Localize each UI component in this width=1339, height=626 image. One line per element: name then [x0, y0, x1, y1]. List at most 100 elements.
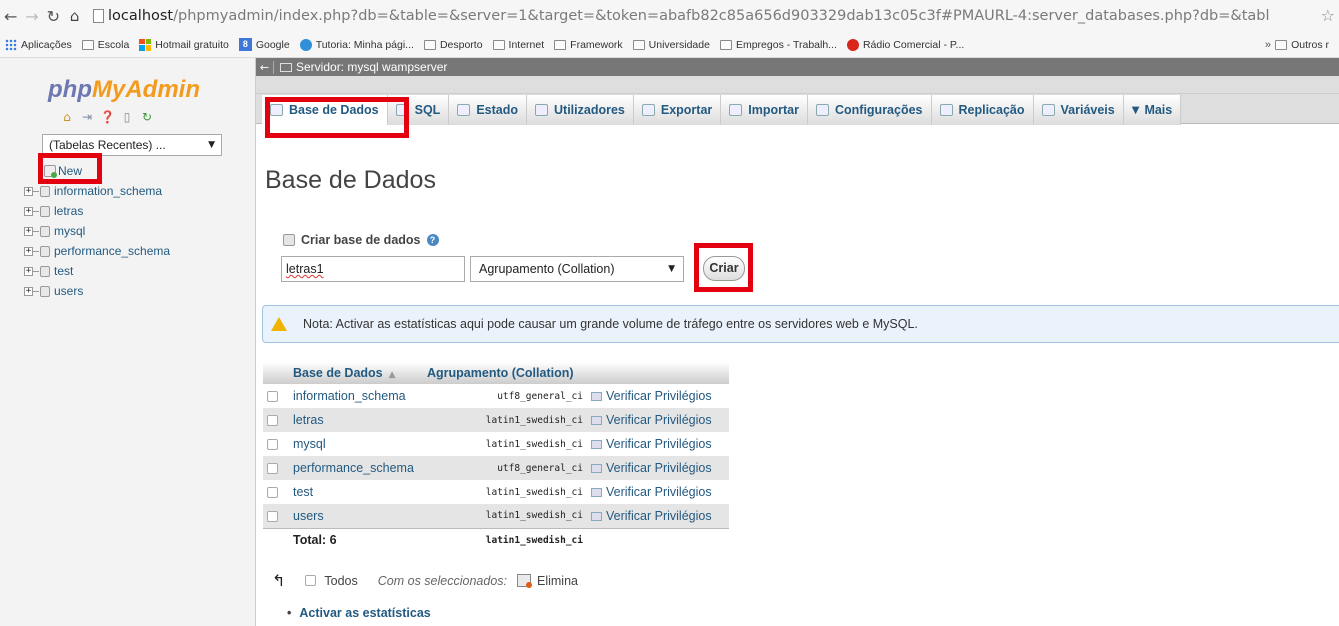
row-checkbox[interactable] [263, 504, 289, 528]
bookmark-framework[interactable]: Framework [554, 39, 623, 51]
check-privileges-label: Verificar Privilégios [606, 437, 712, 451]
row-checkbox[interactable] [263, 432, 289, 456]
select-all-label[interactable]: Todos [324, 574, 357, 588]
bookmark-radio[interactable]: Rádio Comercial - P... [846, 38, 964, 51]
tree-item-label: mysql [54, 224, 86, 238]
variables-icon [1041, 104, 1055, 116]
tab-variaveis[interactable]: Variáveis [1033, 95, 1124, 125]
logout-icon[interactable]: ⇥ [80, 110, 94, 124]
forward-arrow-icon[interactable]: → [21, 7, 42, 26]
privileges-icon [591, 416, 602, 426]
tree-item-mysql[interactable]: + mysql [24, 224, 85, 238]
globe-icon [299, 38, 312, 51]
docs-icon[interactable]: ▯ [120, 110, 134, 124]
page-icon [93, 9, 105, 23]
check-privileges-link[interactable]: Verificar Privilégios [587, 456, 729, 480]
reload-icon[interactable]: ↻ [43, 7, 64, 26]
check-privileges-link[interactable]: Verificar Privilégios [587, 504, 729, 528]
row-checkbox[interactable] [263, 456, 289, 480]
check-privileges-link[interactable]: Verificar Privilégios [587, 432, 729, 456]
bookmark-hotmail[interactable]: Hotmail gratuito [139, 38, 229, 51]
tree-item-users[interactable]: + users [24, 284, 83, 298]
tab-configuracoes[interactable]: Configurações [807, 95, 932, 125]
database-name-input[interactable]: letras1 [281, 256, 465, 282]
apps-icon [5, 38, 17, 51]
collapse-arrow-icon[interactable]: ← [256, 60, 274, 74]
privileges-icon [591, 440, 602, 450]
back-arrow-icon[interactable]: ← [0, 7, 21, 26]
folder-icon [492, 39, 505, 50]
delete-database-icon[interactable] [517, 574, 532, 588]
row-checkbox[interactable] [263, 384, 289, 408]
bookmark-escola[interactable]: Escola [81, 39, 129, 51]
check-privileges-link[interactable]: Verificar Privilégios [587, 480, 729, 504]
notice-text: Nota: Activar as estatísticas aqui pode … [303, 317, 918, 331]
tab-label: Configurações [834, 103, 923, 117]
folder-icon [719, 39, 732, 50]
database-icon [40, 265, 50, 277]
expand-icon[interactable]: + [24, 186, 33, 196]
url-host: localhost [108, 8, 174, 24]
collation-cell: utf8_general_ci [423, 456, 587, 480]
more-bookmarks-icon[interactable]: » [1265, 39, 1271, 51]
bookmark-tutoria[interactable]: Tutoria: Minha pági... [299, 38, 414, 51]
check-privileges-link[interactable]: Verificar Privilégios [587, 408, 729, 432]
collation-select[interactable]: Agrupamento (Collation) ▼ [470, 256, 684, 282]
database-link[interactable]: mysql [289, 432, 423, 456]
row-checkbox[interactable] [263, 480, 289, 504]
bookmark-desporto[interactable]: Desporto [423, 39, 483, 51]
expand-icon[interactable]: + [24, 266, 33, 276]
expand-icon[interactable]: + [24, 286, 33, 296]
home-icon[interactable]: ⌂ [60, 110, 74, 124]
total-empty-cell [587, 527, 729, 552]
database-link[interactable]: users [289, 504, 423, 528]
database-link[interactable]: performance_schema [289, 456, 423, 480]
tab-replicacao[interactable]: Replicação [931, 95, 1034, 125]
select-all-checkbox[interactable] [305, 575, 317, 586]
help-icon[interactable]: ? [426, 234, 439, 246]
tree-item-performance_schema[interactable]: + performance_schema [24, 244, 170, 258]
row-checkbox[interactable] [263, 408, 289, 432]
bookmark-internet[interactable]: Internet [492, 39, 544, 51]
header-database[interactable]: Base de Dados ▲ [289, 362, 423, 384]
collation-cell: latin1_swedish_ci [423, 504, 587, 528]
tree-item-information_schema[interactable]: + information_schema [24, 184, 162, 198]
bookmark-apps[interactable]: Aplicações [0, 38, 72, 51]
url-field[interactable]: localhost/phpmyadmin/index.php?db=&table… [108, 8, 1339, 24]
tree-item-letras[interactable]: + letras [24, 204, 83, 218]
expand-icon[interactable]: + [24, 246, 33, 256]
check-privileges-link[interactable]: Verificar Privilégios [587, 384, 729, 408]
tree-item-label: letras [54, 204, 84, 218]
check-privileges-label: Verificar Privilégios [606, 461, 712, 475]
check-privileges-label: Verificar Privilégios [606, 413, 712, 427]
home-icon[interactable]: ⌂ [64, 7, 85, 25]
help-icon[interactable]: ❓ [100, 110, 115, 124]
phpmyadmin-logo[interactable]: phpMyAdmin [48, 76, 200, 104]
database-link[interactable]: information_schema [289, 384, 423, 408]
tree-item-test[interactable]: + test [24, 264, 73, 278]
google-icon: 8 [238, 38, 252, 51]
tab-exportar[interactable]: Exportar [633, 95, 722, 125]
database-link[interactable]: test [289, 480, 423, 504]
tab-importar[interactable]: Importar [721, 95, 808, 125]
expand-icon[interactable]: + [24, 226, 33, 236]
database-link[interactable]: letras [289, 408, 423, 432]
tab-mais[interactable]: ▼ Mais [1123, 95, 1182, 125]
bookmark-others[interactable]: Outros r [1275, 39, 1329, 51]
tab-label: Importar [748, 103, 799, 117]
bookmark-empregos[interactable]: Empregos - Trabalh... [719, 39, 837, 51]
tab-estado[interactable]: Estado [449, 95, 528, 125]
server-breadcrumb-label[interactable]: Servidor: mysql wampserver [296, 60, 447, 74]
enable-statistics-link[interactable]: Activar as estatísticas [287, 606, 430, 620]
header-collation[interactable]: Agrupamento (Collation) [423, 362, 587, 384]
delete-button[interactable]: Elimina [537, 574, 578, 588]
status-icon [457, 104, 471, 116]
bookmark-star-icon[interactable]: ☆ [1321, 6, 1335, 25]
folder-icon [554, 39, 567, 50]
tab-utilizadores[interactable]: Utilizadores [527, 95, 634, 125]
reload-icon[interactable]: ↻ [140, 110, 154, 124]
bookmark-universidade[interactable]: Universidade [632, 39, 710, 51]
table-row: performance_schema utf8_general_ci Verif… [263, 456, 729, 480]
expand-icon[interactable]: + [24, 206, 33, 216]
bookmark-google[interactable]: 8 Google [238, 38, 290, 51]
